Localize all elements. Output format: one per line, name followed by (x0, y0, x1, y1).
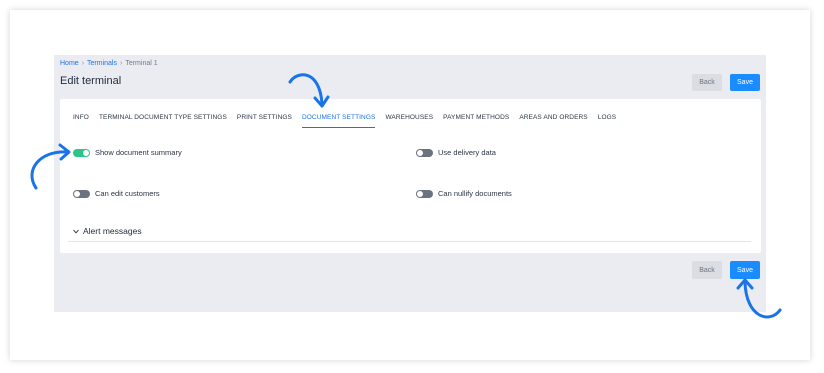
show-document-summary-toggle[interactable] (73, 148, 90, 157)
tab-print-settings[interactable]: PRINT SETTINGS (237, 114, 292, 128)
show-document-summary-setting: Show document summary (73, 148, 182, 157)
tab-info[interactable]: INFO (73, 114, 89, 128)
chevron-down-icon (73, 226, 79, 236)
tab-document-settings[interactable]: DOCUMENT SETTINGS (301, 114, 376, 128)
tab-bar: INFO TERMINAL DOCUMENT TYPE SETTINGS PRI… (73, 114, 616, 128)
tab-warehouses[interactable]: WAREHOUSES (385, 114, 433, 128)
alert-messages-label: Alert messages (83, 226, 142, 236)
breadcrumb-separator: › (81, 60, 85, 67)
toggle-knob (74, 190, 80, 197)
breadcrumb-separator: › (119, 60, 123, 67)
page-title: Edit terminal (60, 75, 122, 87)
save-button-top[interactable]: Save (730, 74, 760, 91)
use-delivery-data-toggle[interactable] (416, 148, 433, 157)
use-delivery-data-setting: Use delivery data (416, 148, 496, 157)
section-divider (68, 241, 751, 242)
tab-areas-and-orders[interactable]: AREAS AND ORDERS (519, 114, 587, 128)
back-button-bottom[interactable]: Back (692, 261, 722, 279)
can-edit-customers-toggle[interactable] (73, 189, 90, 198)
annotation-arrow-icon (736, 278, 782, 319)
can-nullify-documents-label: Can nullify documents (438, 189, 512, 198)
annotation-arrow-icon (30, 143, 71, 190)
annotation-arrow-icon (288, 73, 330, 108)
alert-messages-section-toggle[interactable]: Alert messages (73, 226, 142, 236)
breadcrumb-terminals[interactable]: Terminals (87, 60, 117, 67)
tab-terminal-document-type-settings[interactable]: TERMINAL DOCUMENT TYPE SETTINGS (99, 114, 227, 128)
breadcrumb: Home › Terminals › Terminal 1 (60, 60, 158, 67)
tab-payment-methods[interactable]: PAYMENT METHODS (443, 114, 509, 128)
can-nullify-documents-toggle[interactable] (416, 189, 433, 198)
back-button-top[interactable]: Back (692, 74, 722, 91)
can-nullify-documents-setting: Can nullify documents (416, 189, 512, 198)
toggle-knob (83, 149, 89, 156)
breadcrumb-current: Terminal 1 (125, 60, 158, 67)
toggle-knob (417, 149, 423, 156)
can-edit-customers-label: Can edit customers (95, 189, 160, 198)
can-edit-customers-setting: Can edit customers (73, 189, 160, 198)
breadcrumb-home[interactable]: Home (60, 60, 79, 67)
show-document-summary-label: Show document summary (95, 148, 182, 157)
use-delivery-data-label: Use delivery data (438, 148, 496, 157)
toggle-knob (417, 190, 423, 197)
tab-logs[interactable]: LOGS (598, 114, 616, 128)
